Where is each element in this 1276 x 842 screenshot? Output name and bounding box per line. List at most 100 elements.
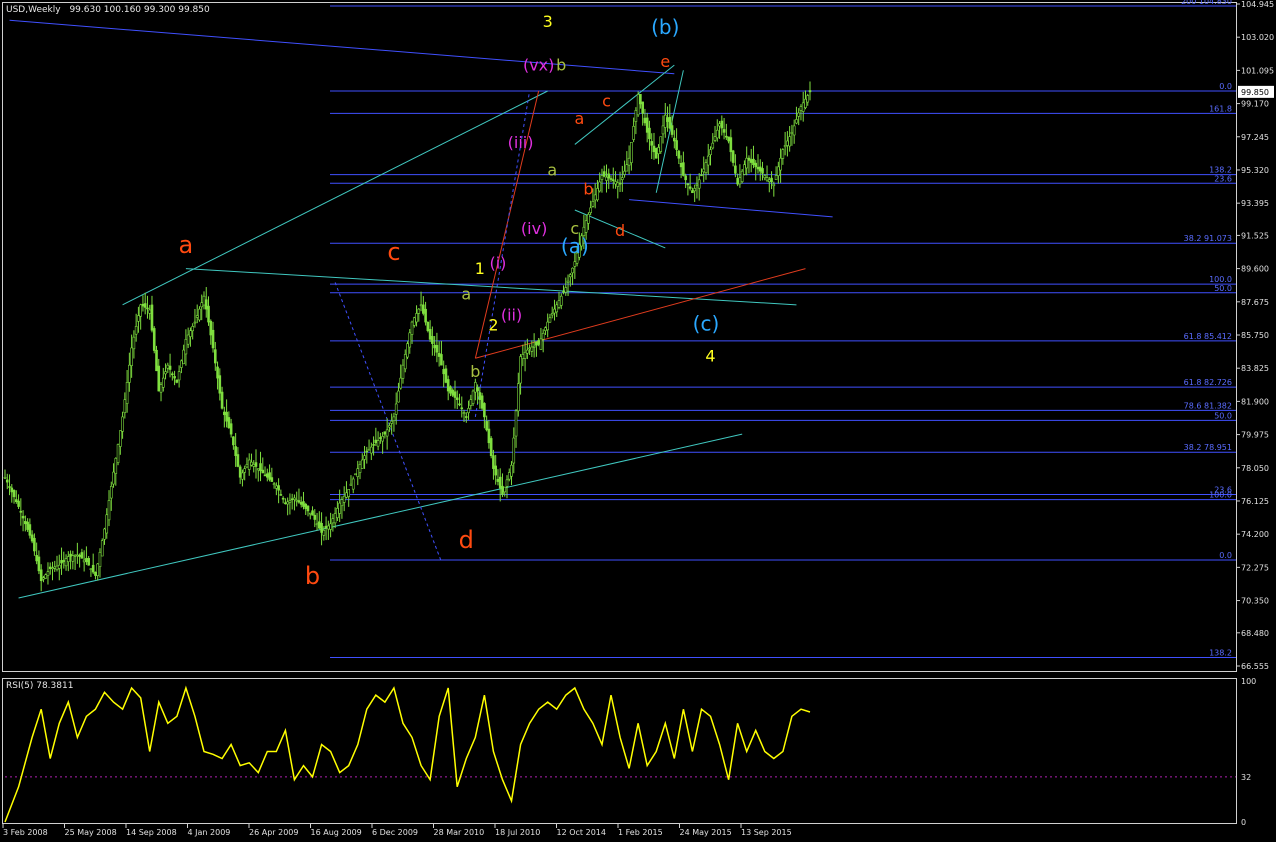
candle-body [69,553,72,557]
candle-body [48,566,52,569]
candle-body [89,568,93,570]
candle-body [372,444,375,446]
candle-body [3,476,7,479]
y-tick-label: 101.095 [1241,66,1274,75]
candle-body [731,150,735,163]
candle-body [428,328,432,340]
candle-body [435,345,439,353]
candle-body [161,377,165,388]
candle-body [555,304,559,313]
candle-body [431,336,434,344]
candle-body [137,315,140,322]
candle-body [171,373,174,376]
candle-body [526,349,529,354]
candle-body [650,141,654,146]
candle-body [532,345,536,348]
candle-body [238,466,242,478]
candle-body [449,386,452,394]
candle-body [175,379,179,383]
candle-body [256,468,260,471]
candle-body [693,188,696,192]
wave-label: b [470,362,480,381]
candle-body [677,150,681,159]
candle-body [30,534,34,542]
candle-body [277,485,280,491]
candle-body [799,106,803,111]
candle-body [546,321,549,331]
candle-body [492,455,495,469]
chart-svg[interactable]: 200 104.830 0.0 161.8 138.2 23.6 38.2 91.073 1… [0,0,1276,842]
y-tick-label: 76.125 [1241,497,1269,506]
x-tick-label: 28 Mar 2010 [434,828,485,837]
candle-body [281,497,285,500]
trend-line [629,199,833,218]
candle-body [189,330,192,337]
candle-body [157,365,161,392]
candle-body [779,157,782,171]
x-tick-label: 24 May 2015 [680,828,732,837]
candle-body [8,486,11,488]
candle-body [412,317,416,326]
candle-body [781,149,785,159]
candle-body [207,305,210,323]
candle-body [164,371,167,375]
candle-body [229,423,233,435]
candle-body [485,421,488,431]
candle-body [790,132,794,134]
candle-body [247,459,251,470]
candle-body [367,448,371,451]
candle-body [630,141,633,163]
candle-body [704,162,708,174]
candle-body [44,574,48,579]
wave-label: a [574,109,584,128]
candle-body [573,261,577,267]
candle-body [82,559,86,563]
candle-body [661,125,665,135]
candle-body [643,117,647,124]
candle-body [392,416,396,421]
candle-body [232,436,235,446]
candle-body [73,554,77,557]
candle-body [374,439,378,444]
candle-body [383,431,387,435]
x-tick-label: 1 Feb 2015 [618,828,663,837]
candle-body [417,308,421,314]
candle-body [370,446,373,454]
candle-body [602,171,606,177]
candle-body [584,220,588,233]
level-label: 61.8 85.412 [1184,332,1232,341]
candle-body [557,300,561,308]
candle-body [338,502,341,514]
wave-label: c [602,92,611,111]
level-label: 100.0 [1209,491,1232,500]
candle-body [252,464,256,467]
wave-label: b [583,179,593,198]
candle-body [381,436,384,442]
candle-body [250,461,253,466]
candle-body [738,177,742,185]
trend-line [18,433,743,599]
candle-body [663,114,667,128]
wave-label: 4 [705,347,715,366]
candle-body [415,313,418,323]
candle-body [130,347,133,366]
candle-body [5,479,9,483]
candle-body [17,500,20,507]
wave-label: 3 [543,12,553,31]
candle-body [96,563,100,576]
wave-label: (ii) [501,305,522,324]
candle-body [100,540,104,557]
x-tick-label: 16 Aug 2009 [311,828,362,837]
candle-body [550,313,554,316]
candle-body [503,486,507,493]
candle-body [505,479,509,487]
candle-body [709,149,712,156]
candle-body [379,437,382,439]
candle-body [322,529,326,536]
symbol-info: USD,Weekly 99.630 100.160 99.300 99.850 [6,5,210,15]
candle-body [19,510,23,513]
candle-body [697,179,701,189]
y-tick-label: 91.525 [1241,231,1269,240]
candle-body [734,165,737,174]
candle-body [763,175,767,179]
